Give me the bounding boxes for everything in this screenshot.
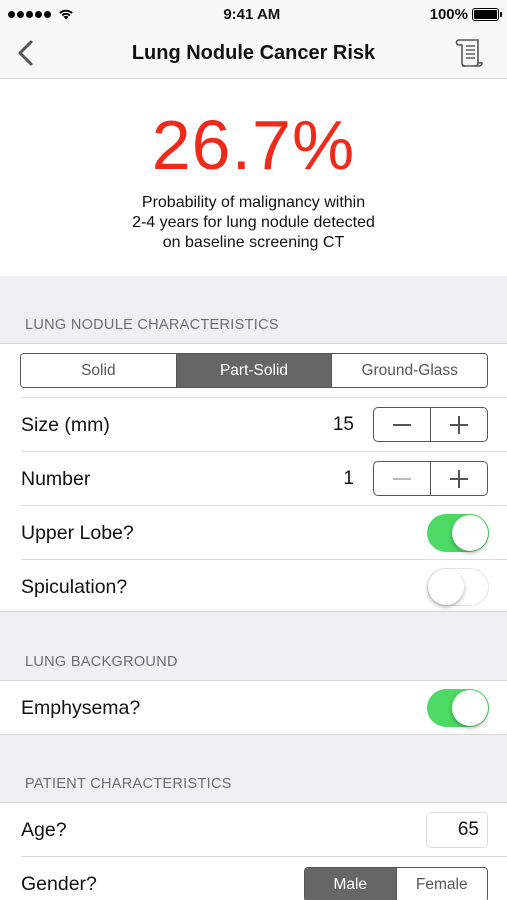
nodule-group: Solid Part-Solid Ground-Glass Size (mm) … [0,343,507,612]
status-time: 9:41 AM [223,5,281,23]
emphysema-row: Emphysema? [0,681,507,735]
section-header-nodule: LUNG NODULE CHARACTERISTICS [25,317,279,333]
plus-icon [450,469,468,488]
number-decrement-button[interactable] [374,462,431,495]
number-label: Number [21,467,91,490]
battery-indicator: 100% [429,5,502,23]
gender-row: Gender? Male Female [0,857,507,900]
emphysema-toggle[interactable] [427,689,489,727]
segment-ground-glass[interactable]: Ground-Glass [332,354,487,387]
upper-lobe-label: Upper Lobe? [21,521,134,544]
risk-percentage: 26.7% [151,106,356,184]
navigation-bar: Lung Nodule Cancer Risk [0,28,507,79]
segment-male[interactable]: Male [305,868,397,900]
upper-lobe-row: Upper Lobe? [0,506,507,560]
age-label: Age? [21,818,67,841]
spiculation-label: Spiculation? [21,575,128,598]
gender-label: Gender? [21,872,97,895]
size-value: 15 [332,414,354,435]
number-increment-button[interactable] [431,462,487,495]
number-row: Number 1 [0,452,507,506]
plus-icon [450,415,468,434]
signal-indicator [8,8,74,20]
section-header-patient: PATIENT CHARACTERISTICS [25,776,232,792]
size-increment-button[interactable] [431,408,487,441]
spiculation-toggle[interactable] [427,568,489,606]
battery-icon [472,7,502,21]
number-value: 1 [343,468,354,489]
size-row: Size (mm) 15 [0,398,507,452]
size-decrement-button[interactable] [374,408,431,441]
upper-lobe-toggle[interactable] [427,514,489,552]
result-panel: 26.7% Probability of malignancy within 2… [0,79,507,276]
age-row: Age? [0,803,507,857]
segment-part-solid[interactable]: Part-Solid [176,354,333,387]
number-stepper [373,461,488,496]
segment-solid[interactable]: Solid [21,354,177,387]
cellular-signal-icon [8,10,51,18]
back-chevron-icon[interactable] [12,38,40,68]
document-icon[interactable] [455,37,485,69]
background-group: Emphysema? [0,680,507,735]
nodule-type-row: Solid Part-Solid Ground-Glass [0,344,507,398]
minus-icon [393,477,411,480]
size-stepper [373,407,488,442]
risk-description: Probability of malignancy within 2-4 yea… [132,194,375,251]
wifi-icon [59,9,73,20]
battery-percent: 100% [429,5,468,23]
spiculation-row: Spiculation? [0,560,507,614]
status-bar: 9:41 AM 100% [0,0,507,28]
patient-group: Age? Gender? Male Female [0,802,507,900]
gender-segmented: Male Female [304,867,488,900]
section-header-background: LUNG BACKGROUND [25,654,178,670]
emphysema-label: Emphysema? [21,696,141,719]
age-input[interactable] [426,812,488,848]
segment-female[interactable]: Female [396,868,487,900]
minus-icon [393,423,411,426]
size-label: Size (mm) [21,413,110,436]
nodule-type-segmented: Solid Part-Solid Ground-Glass [20,353,488,388]
page-title: Lung Nodule Cancer Risk [131,41,376,64]
